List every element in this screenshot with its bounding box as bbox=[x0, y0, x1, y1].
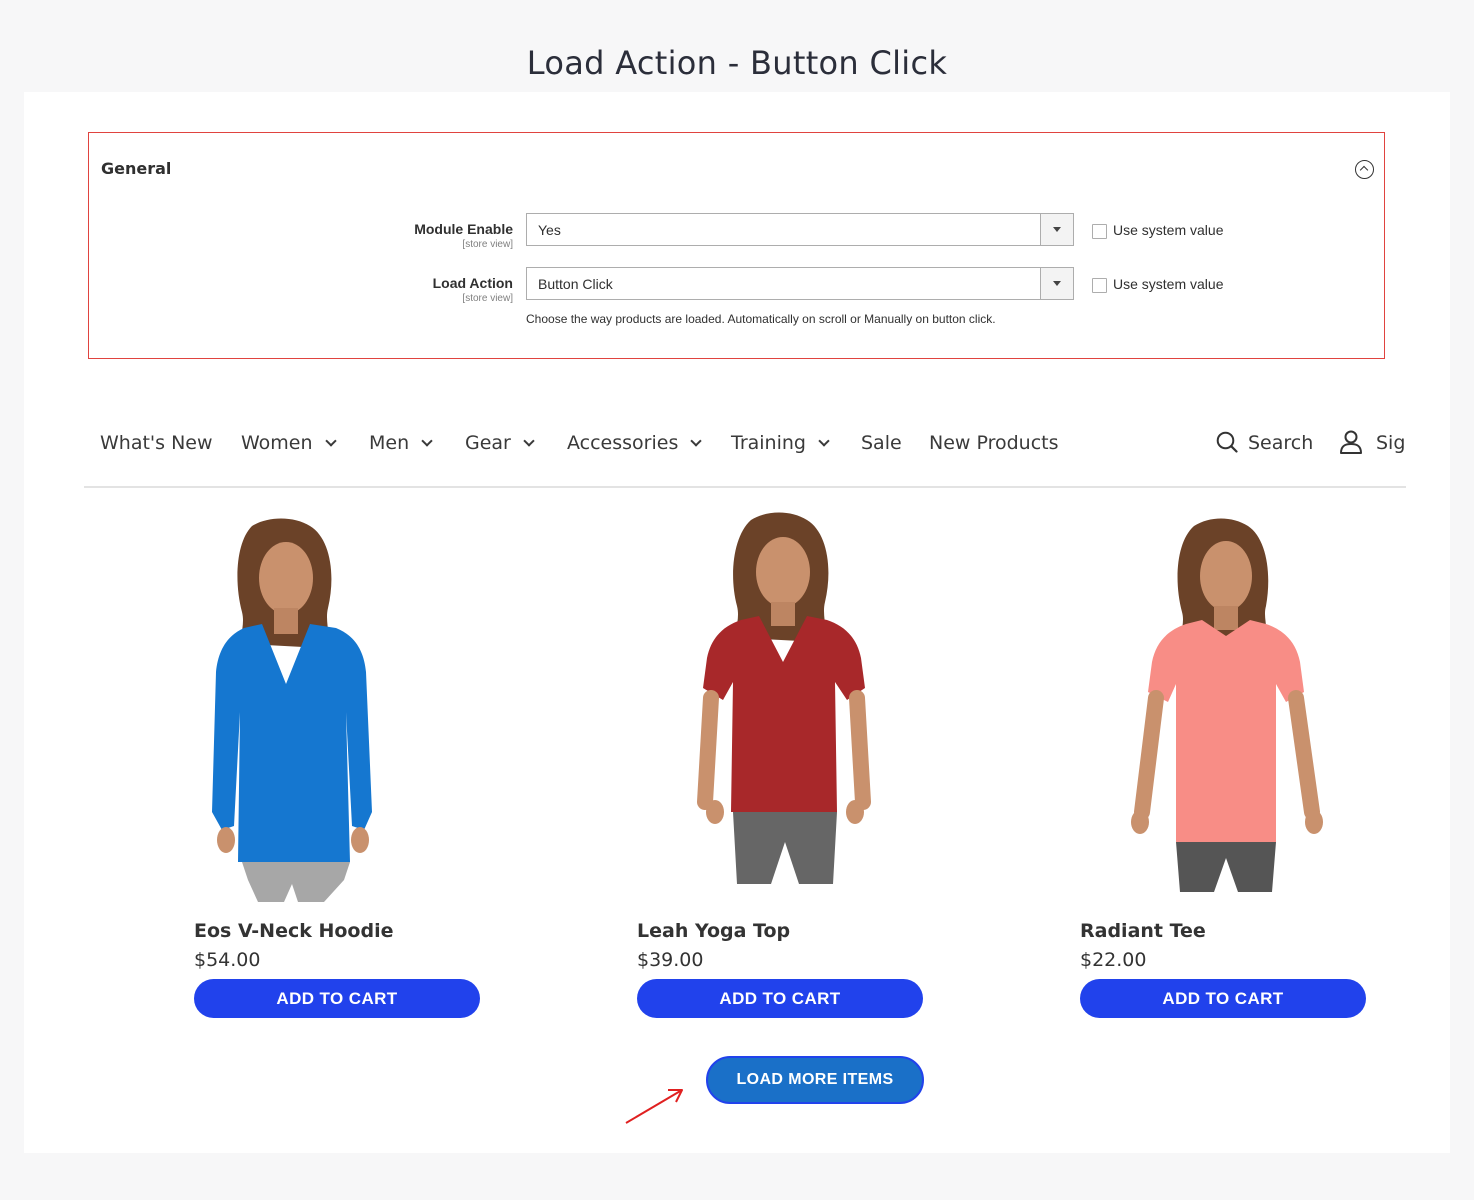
user-icon[interactable] bbox=[1339, 429, 1363, 455]
module-enable-scope: [store view] bbox=[462, 239, 513, 250]
annotation-arrow-icon bbox=[625, 1089, 683, 1124]
load-action-scope: [store view] bbox=[462, 293, 513, 304]
chevron-down-icon bbox=[818, 435, 830, 447]
product-name[interactable]: Leah Yoga Top bbox=[637, 920, 790, 942]
nav-item-sale[interactable]: Sale bbox=[861, 432, 902, 454]
module-enable-use-system-label[interactable]: Use system value bbox=[1113, 222, 1223, 238]
product-top bbox=[703, 616, 865, 812]
search-link[interactable]: Search bbox=[1248, 432, 1313, 454]
nav-item-label: Sale bbox=[861, 432, 902, 454]
chevron-down-icon bbox=[690, 435, 703, 447]
module-enable-row: Module Enable [store view] Yes Use syste… bbox=[89, 213, 1386, 261]
module-enable-select[interactable]: Yes bbox=[526, 213, 1074, 246]
load-more-items-button[interactable]: LOAD MORE ITEMS bbox=[706, 1056, 924, 1104]
load-action-label: Load Action bbox=[432, 275, 513, 291]
product-card: Radiant Tee $22.00 ADD TO CART bbox=[1070, 512, 1474, 1022]
product-top bbox=[212, 624, 372, 862]
nav-item-label: Training bbox=[731, 432, 806, 454]
module-enable-value: Yes bbox=[538, 222, 561, 238]
chevron-down-icon bbox=[1040, 268, 1073, 299]
nav-item-new-products[interactable]: New Products bbox=[929, 432, 1059, 454]
load-action-row: Load Action [store view] Button Click Us… bbox=[89, 267, 1386, 315]
product-top bbox=[1148, 620, 1304, 842]
sign-in-link[interactable]: Sig bbox=[1376, 432, 1405, 454]
product-price: $22.00 bbox=[1080, 949, 1147, 971]
general-config-panel: General Module Enable [store view] Yes U… bbox=[88, 132, 1385, 359]
chevron-down-icon bbox=[1040, 214, 1073, 245]
add-to-cart-button[interactable]: ADD TO CART bbox=[1080, 979, 1366, 1018]
product-image[interactable] bbox=[1090, 512, 1390, 902]
product-name[interactable]: Eos V-Neck Hoodie bbox=[194, 920, 393, 942]
nav-item-label: Gear bbox=[465, 432, 511, 454]
page-title: Load Action - Button Click bbox=[526, 44, 948, 82]
load-action-note: Choose the way products are loaded. Auto… bbox=[526, 312, 996, 326]
add-to-cart-button[interactable]: ADD TO CART bbox=[194, 979, 480, 1018]
load-action-value: Button Click bbox=[538, 276, 613, 292]
nav-item-label: Accessories bbox=[567, 432, 679, 454]
screenshot-canvas: General Module Enable [store view] Yes U… bbox=[24, 92, 1450, 1153]
product-price: $54.00 bbox=[194, 949, 261, 971]
product-name[interactable]: Radiant Tee bbox=[1080, 920, 1206, 942]
nav-item-gear[interactable]: Gear bbox=[465, 432, 535, 454]
product-image[interactable] bbox=[667, 512, 967, 902]
load-action-select[interactable]: Button Click bbox=[526, 267, 1074, 300]
nav-item-label: New Products bbox=[929, 432, 1059, 454]
collapse-icon[interactable] bbox=[1355, 160, 1374, 179]
nav-item-whats-new[interactable]: What's New bbox=[100, 432, 213, 454]
add-to-cart-button[interactable]: ADD TO CART bbox=[637, 979, 923, 1018]
product-image[interactable] bbox=[174, 512, 474, 902]
nav-item-women[interactable]: Women bbox=[241, 432, 337, 454]
nav-item-label: What's New bbox=[100, 432, 213, 454]
config-section-title[interactable]: General bbox=[101, 159, 171, 178]
nav-item-accessories[interactable]: Accessories bbox=[567, 432, 703, 454]
nav-item-men[interactable]: Men bbox=[369, 432, 433, 454]
module-enable-use-system-checkbox[interactable] bbox=[1092, 224, 1107, 239]
product-card: Leah Yoga Top $39.00 ADD TO CART bbox=[627, 512, 1067, 1022]
store-navigation: What's New Women Men Gear Accessories Tr… bbox=[84, 426, 1406, 488]
nav-item-label: Women bbox=[241, 432, 313, 454]
product-card: Eos V-Neck Hoodie $54.00 ADD TO CART bbox=[184, 512, 624, 1022]
nav-item-training[interactable]: Training bbox=[731, 432, 830, 454]
product-price: $39.00 bbox=[637, 949, 704, 971]
load-action-use-system-label[interactable]: Use system value bbox=[1113, 276, 1223, 292]
chevron-down-icon bbox=[421, 435, 433, 447]
module-enable-label: Module Enable bbox=[414, 221, 513, 237]
chevron-down-icon bbox=[523, 435, 535, 447]
load-action-use-system-checkbox[interactable] bbox=[1092, 278, 1107, 293]
chevron-down-icon bbox=[324, 435, 337, 447]
search-icon[interactable] bbox=[1216, 431, 1238, 453]
nav-item-label: Men bbox=[369, 432, 410, 454]
